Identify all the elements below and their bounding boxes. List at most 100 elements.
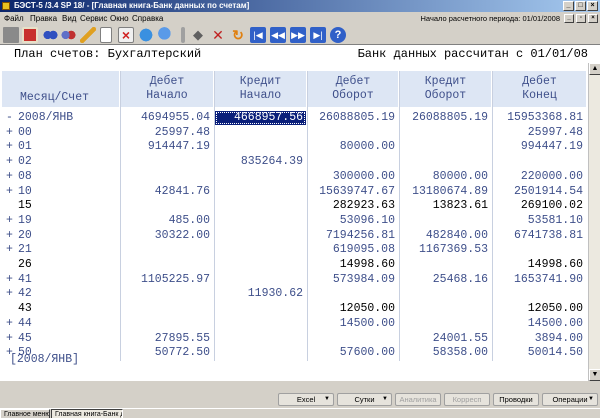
debit-end-cell[interactable]: 269100.02 [493,199,586,213]
menu-window[interactable]: Окно [110,12,129,25]
debit-end-cell[interactable]: 14500.00 [493,317,586,331]
account-cell[interactable]: 15 [2,199,119,213]
credit-turnover-cell[interactable]: 58358.00 [400,346,491,360]
analytics-button[interactable]: Аналитика [395,393,441,406]
task-main-menu[interactable]: Главное меню [0,409,50,418]
credit-start-cell[interactable]: 835264.39 [215,155,306,169]
credit-start-cell[interactable] [215,185,306,199]
credit-start-cell[interactable] [215,199,306,213]
credit-start-cell[interactable]: 4668957.56 [215,111,306,125]
account-cell[interactable]: 19 [2,214,119,228]
task-ledger-window[interactable]: Главная книга-Банк д [51,409,123,418]
account-cell[interactable]: 20 [2,229,119,243]
column-header-credit-start[interactable]: Кредит Начало [215,71,306,107]
account-cell[interactable]: 21 [2,243,119,257]
credit-turnover-cell[interactable]: 80000.00 [400,170,491,184]
debit-end-cell[interactable]: 14998.60 [493,258,586,272]
table-row[interactable]: +44 14500.00 14500.00 [2,317,586,331]
debit-turnover-cell[interactable] [308,126,398,140]
debit-turnover-cell[interactable]: 26088805.19 [308,111,398,125]
debit-turnover-cell[interactable]: 57600.00 [308,346,398,360]
credit-start-cell[interactable] [215,273,306,287]
credit-start-cell[interactable] [215,229,306,243]
table-row[interactable]: +02 835264.39 [2,155,586,169]
diamond-icon[interactable]: ◆ [190,27,206,43]
account-cell[interactable]: 2008/ЯНВ [2,111,119,125]
account-cell[interactable]: 01 [2,140,119,154]
debit-start-cell[interactable]: 50772.50 [121,346,213,360]
debit-turnover-cell[interactable]: 300000.00 [308,170,398,184]
debit-end-cell[interactable]: 994447.19 [493,140,586,154]
credit-turnover-cell[interactable]: 13823.61 [400,199,491,213]
debit-start-cell[interactable] [121,170,213,184]
credit-turnover-cell[interactable]: 13180674.89 [400,185,491,199]
account-cell[interactable]: 42 [2,287,119,301]
menu-help[interactable]: Справка [132,12,163,25]
credit-turnover-cell[interactable]: 26088805.19 [400,111,491,125]
debit-end-cell[interactable]: 220000.00 [493,170,586,184]
debit-end-cell[interactable]: 1653741.90 [493,273,586,287]
book-icon[interactable] [3,27,19,43]
glasses-icon[interactable] [42,27,58,43]
account-cell[interactable]: 26 [2,258,119,272]
credit-turnover-cell[interactable] [400,155,491,169]
credit-turnover-cell[interactable]: 24001.55 [400,332,491,346]
sutki-button[interactable]: Сутки ▼ [337,393,392,406]
debit-turnover-cell[interactable]: 12050.00 [308,302,398,316]
table-row[interactable]: 43 12050.00 12050.00 [2,302,586,316]
credit-turnover-cell[interactable]: 25468.16 [400,273,491,287]
account-cell[interactable]: 10 [2,185,119,199]
column-header-debit-start[interactable]: Дебет Начало [121,71,213,107]
credit-start-cell[interactable] [215,317,306,331]
menu-edit[interactable]: Правка [30,12,57,25]
debit-turnover-cell[interactable]: 14500.00 [308,317,398,331]
operations-button[interactable]: Операции ▼ [542,393,598,406]
credit-start-cell[interactable] [215,332,306,346]
debit-end-cell[interactable]: 25997.48 [493,126,586,140]
debit-turnover-cell[interactable] [308,287,398,301]
debit-end-cell[interactable]: 2501914.54 [493,185,586,199]
debit-start-cell[interactable]: 1105225.97 [121,273,213,287]
pencil-icon[interactable] [80,27,96,43]
credit-turnover-cell[interactable] [400,317,491,331]
table-row[interactable]: +42 11930.62 [2,287,586,301]
debit-start-cell[interactable]: 30322.00 [121,229,213,243]
table-row[interactable]: +19 485.00 53096.10 53581.10 [2,214,586,228]
debit-turnover-cell[interactable] [308,332,398,346]
account-cell[interactable]: 45 [2,332,119,346]
credit-start-cell[interactable]: 11930.62 [215,287,306,301]
debit-turnover-cell[interactable]: 619095.08 [308,243,398,257]
debit-turnover-cell[interactable] [308,155,398,169]
account-cell[interactable]: 41 [2,273,119,287]
account-cell[interactable]: 44 [2,317,119,331]
debit-end-cell[interactable] [493,155,586,169]
debit-end-cell[interactable] [493,287,586,301]
table-row[interactable]: +00 25997.48 25997.48 [2,126,586,140]
credit-turnover-cell[interactable] [400,214,491,228]
search-globe-icon[interactable] [158,27,174,43]
table-row[interactable]: +21 619095.08 1167369.53 [2,243,586,257]
column-header-debit-end[interactable]: Дебет Конец [493,71,586,107]
debit-end-cell[interactable]: 6741738.81 [493,229,586,243]
glasses-alt-icon[interactable] [60,27,76,43]
debit-start-cell[interactable]: 25997.48 [121,126,213,140]
debit-end-cell[interactable] [493,243,586,257]
remove-icon[interactable]: ✕ [210,27,226,43]
last-icon[interactable]: ▶| [310,27,326,43]
next-icon[interactable]: ▶▶ [290,27,306,43]
credit-start-cell[interactable] [215,126,306,140]
account-cell[interactable]: 02 [2,155,119,169]
ledger-grid[interactable]: Месяц/Счет Дебет Начало Кредит Начало Де… [2,71,586,361]
excel-button[interactable]: Excel ▼ [278,393,334,406]
debit-start-cell[interactable]: 914447.19 [121,140,213,154]
debit-end-cell[interactable]: 12050.00 [493,302,586,316]
debit-turnover-cell[interactable]: 53096.10 [308,214,398,228]
menu-service[interactable]: Сервис [80,12,107,25]
table-row[interactable]: +41 1105225.97 573984.09 25468.16 1653741.90 [2,273,586,287]
scroll-up-icon[interactable]: ▲ [589,63,600,75]
column-header-account[interactable]: Месяц/Счет [2,71,119,107]
first-icon[interactable]: |◀ [250,27,266,43]
debit-end-cell[interactable]: 53581.10 [493,214,586,228]
debit-turnover-cell[interactable]: 282923.63 [308,199,398,213]
credit-start-cell[interactable] [215,170,306,184]
